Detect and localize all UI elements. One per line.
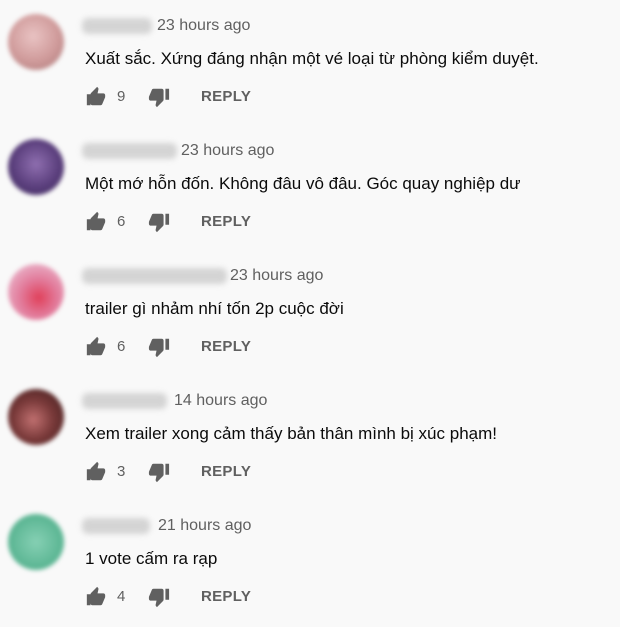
- comment-item: 23 hours ago Một mớ hỗn đốn. Không đâu v…: [0, 125, 620, 250]
- reply-button[interactable]: REPLY: [201, 338, 251, 355]
- thumbs-up-icon[interactable]: [85, 461, 107, 483]
- reply-button[interactable]: REPLY: [201, 213, 251, 230]
- reply-button[interactable]: REPLY: [201, 588, 251, 605]
- avatar[interactable]: [8, 264, 64, 320]
- avatar[interactable]: [8, 514, 64, 570]
- comment-actions: 6 REPLY: [85, 336, 385, 360]
- author-name-blurred[interactable]: [82, 393, 167, 409]
- avatar[interactable]: [8, 139, 64, 195]
- thumbs-up-icon[interactable]: [85, 336, 107, 358]
- thumbs-down-icon[interactable]: [148, 586, 170, 608]
- author-name-blurred[interactable]: [82, 18, 152, 34]
- avatar[interactable]: [8, 389, 64, 445]
- like-count: 9: [117, 88, 126, 105]
- author-name-blurred[interactable]: [82, 268, 227, 284]
- comment-timestamp[interactable]: 23 hours ago: [230, 267, 323, 285]
- like-count: 6: [117, 213, 126, 230]
- comment-item: 23 hours ago Xuất sắc. Xứng đáng nhận mộ…: [0, 0, 620, 125]
- comment-actions: 6 REPLY: [85, 211, 385, 235]
- thumbs-up-icon[interactable]: [85, 86, 107, 108]
- thumbs-down-icon[interactable]: [148, 336, 170, 358]
- comment-text: Xem trailer xong cảm thấy bản thân mình …: [85, 424, 497, 443]
- comment-item: 14 hours ago Xem trailer xong cảm thấy b…: [0, 375, 620, 500]
- comment-text: trailer gì nhảm nhí tốn 2p cuộc đời: [85, 299, 344, 318]
- comment-timestamp[interactable]: 14 hours ago: [174, 392, 267, 410]
- comment-timestamp[interactable]: 21 hours ago: [158, 517, 251, 535]
- reply-button[interactable]: REPLY: [201, 463, 251, 480]
- thumbs-up-icon[interactable]: [85, 586, 107, 608]
- comment-timestamp[interactable]: 23 hours ago: [181, 142, 274, 160]
- like-count: 4: [117, 588, 126, 605]
- like-count: 3: [117, 463, 126, 480]
- comment-item: 21 hours ago 1 vote cấm ra rạp 4 REPLY: [0, 500, 620, 625]
- comment-timestamp[interactable]: 23 hours ago: [157, 17, 250, 35]
- comment-actions: 4 REPLY: [85, 586, 385, 610]
- comment-actions: 3 REPLY: [85, 461, 385, 485]
- avatar[interactable]: [8, 14, 64, 70]
- author-name-blurred[interactable]: [82, 143, 177, 159]
- like-count: 6: [117, 338, 126, 355]
- thumbs-up-icon[interactable]: [85, 211, 107, 233]
- comment-text: 1 vote cấm ra rạp: [85, 549, 218, 568]
- comment-actions: 9 REPLY: [85, 86, 385, 110]
- thumbs-down-icon[interactable]: [148, 211, 170, 233]
- comment-text: Một mớ hỗn đốn. Không đâu vô đâu. Góc qu…: [85, 174, 521, 193]
- comment-text: Xuất sắc. Xứng đáng nhận một vé loại từ …: [85, 49, 539, 68]
- thumbs-down-icon[interactable]: [148, 86, 170, 108]
- thumbs-down-icon[interactable]: [148, 461, 170, 483]
- comment-item: 23 hours ago trailer gì nhảm nhí tốn 2p …: [0, 250, 620, 375]
- reply-button[interactable]: REPLY: [201, 88, 251, 105]
- author-name-blurred[interactable]: [82, 518, 150, 534]
